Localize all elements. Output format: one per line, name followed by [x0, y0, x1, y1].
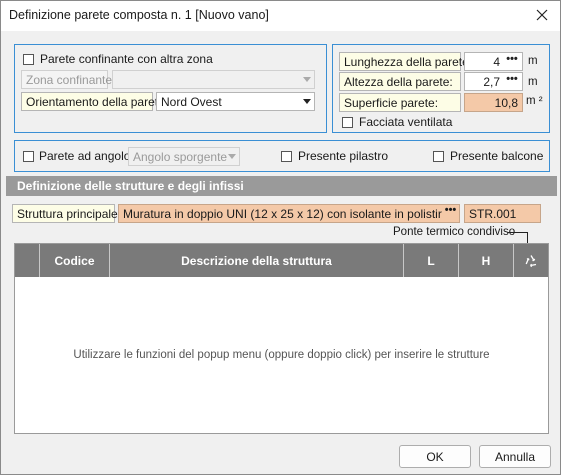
- surface-label: Superficie parete:: [339, 93, 461, 112]
- ventilated-facade-checkbox[interactable]: [342, 117, 353, 128]
- table-header: Codice Descrizione della struttura L H: [15, 244, 548, 277]
- column-header-height[interactable]: H: [458, 244, 513, 277]
- length-input[interactable]: 4 •••: [464, 52, 523, 71]
- height-more-button[interactable]: •••: [504, 74, 520, 89]
- corner-wall-checkbox[interactable]: [23, 151, 34, 162]
- cancel-button[interactable]: Annulla: [479, 445, 551, 468]
- height-value: 2,7: [483, 75, 500, 89]
- column-header-thermal-bridge[interactable]: [513, 244, 548, 277]
- options-group: Parete ad angolo Angolo sporgente Presen…: [14, 140, 550, 172]
- ventilated-facade-label: Facciata ventilata: [359, 115, 453, 129]
- window-title: Definizione parete composta n. 1 [Nuovo …: [9, 8, 269, 22]
- close-button[interactable]: [530, 4, 554, 26]
- corner-type-value: Angolo sporgente: [133, 150, 228, 164]
- chevron-down-icon: [228, 154, 236, 159]
- ok-button[interactable]: OK: [399, 445, 471, 468]
- zone-group: Parete confinante con altra zona Zona co…: [14, 44, 327, 133]
- column-header-length[interactable]: L: [403, 244, 458, 277]
- table-empty-message: Utilizzare le funzioni del popup menu (o…: [73, 349, 490, 361]
- main-structure-more-button[interactable]: •••: [442, 205, 459, 222]
- zone-select[interactable]: [112, 70, 315, 89]
- length-value: 4: [493, 55, 500, 69]
- balcony-label: Presente balcone: [450, 149, 544, 163]
- adjacent-zone-checkbox[interactable]: [23, 54, 34, 65]
- height-label: Altezza della parete:: [339, 72, 461, 91]
- length-label: Lunghezza della parete:: [339, 52, 472, 71]
- length-unit: m: [528, 55, 538, 67]
- pillar-checkbox[interactable]: [281, 151, 292, 162]
- chevron-down-icon: [303, 77, 311, 82]
- balcony-checkbox[interactable]: [433, 151, 444, 162]
- close-icon: [536, 9, 548, 21]
- adjacent-zone-label: Parete confinante con altra zona: [40, 52, 213, 66]
- main-structure-label: Struttura principale:: [12, 204, 121, 223]
- column-header-selector[interactable]: [15, 244, 39, 277]
- height-input[interactable]: 2,7 •••: [464, 72, 523, 91]
- length-more-button[interactable]: •••: [504, 54, 520, 69]
- dialog-window: Definizione parete composta n. 1 [Nuovo …: [0, 0, 561, 475]
- height-unit: m: [528, 76, 538, 88]
- structures-table[interactable]: Codice Descrizione della struttura L H U…: [14, 243, 549, 434]
- orientation-select[interactable]: Nord Ovest: [156, 92, 315, 111]
- column-header-code[interactable]: Codice: [39, 244, 109, 277]
- dimensions-group: Lunghezza della parete: 4 ••• m Altezza …: [332, 44, 550, 133]
- corner-wall-label: Parete ad angolo: [39, 149, 131, 163]
- main-structure-code: STR.001: [464, 204, 541, 223]
- surface-value: 10,8: [464, 93, 523, 112]
- thermal-bridge-label: Ponte termico condiviso: [393, 226, 516, 238]
- thermal-bridge-leader-line: [508, 232, 528, 243]
- corner-type-select[interactable]: Angolo sporgente: [128, 147, 240, 166]
- column-header-description[interactable]: Descrizione della struttura: [109, 244, 403, 277]
- structures-section-header: Definizione delle strutture e degli infi…: [6, 176, 557, 196]
- orientation-label: Orientamento della parete:: [21, 92, 168, 111]
- surface-unit: m ²: [526, 95, 543, 107]
- chevron-down-icon: [303, 99, 311, 104]
- zone-label: Zona confinante:: [21, 70, 115, 89]
- main-structure-value[interactable]: Muratura in doppio UNI (12 x 25 x 12) co…: [118, 204, 460, 223]
- orientation-select-value: Nord Ovest: [161, 95, 222, 109]
- recycle-icon: [525, 254, 537, 267]
- title-bar: Definizione parete composta n. 1 [Nuovo …: [1, 1, 560, 31]
- pillar-label: Presente pilastro: [298, 149, 389, 163]
